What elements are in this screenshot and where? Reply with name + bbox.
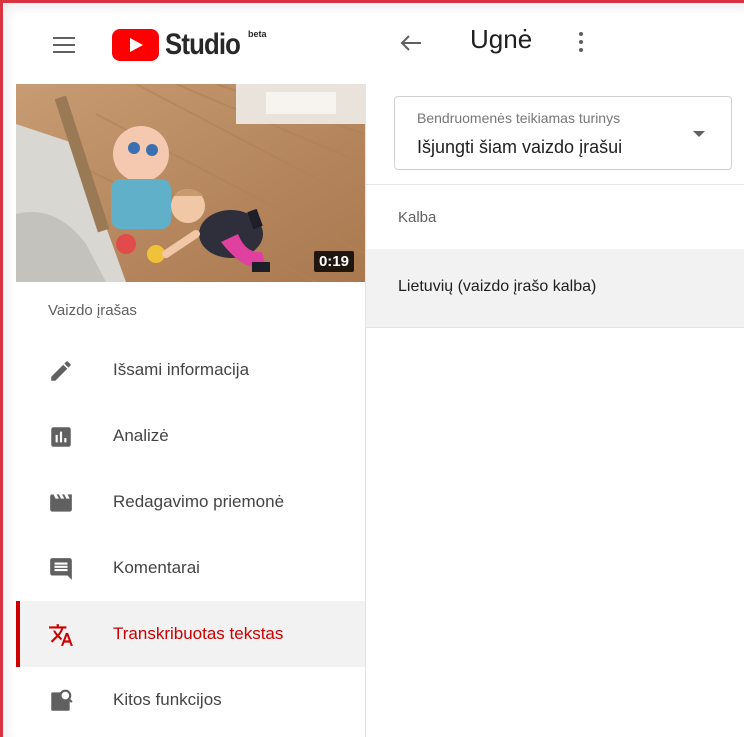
hamburger-icon[interactable] [51, 32, 77, 58]
section-label: Vaizdo įrašas [48, 302, 137, 319]
arrow-left-icon[interactable] [396, 28, 426, 58]
features-search-icon [51, 689, 73, 711]
community-contributions-select[interactable]: Bendruomenės teikiamas turinys Išjungti … [394, 96, 732, 170]
sidebar-item-editor[interactable]: Redagavimo priemonė [16, 469, 365, 535]
sidebar-item-label: Analizė [113, 426, 169, 445]
select-value: Išjungti šiam vaizdo įrašui [417, 137, 623, 157]
column-header-language: Kalba [398, 209, 437, 226]
logo-beta-badge: beta [248, 29, 267, 39]
comment-icon [50, 558, 72, 580]
sidebar-item-other-features[interactable]: Kitos funkcijos [16, 667, 365, 733]
analytics-icon [51, 427, 71, 447]
chevron-down-icon [693, 131, 705, 137]
video-thumbnail-image [16, 84, 365, 282]
sidebar-item-transcription[interactable]: Transkribuotas tekstas [16, 601, 365, 667]
sidebar-item-label: Kitos funkcijos [113, 690, 222, 709]
youtube-play-icon [112, 29, 159, 61]
sidebar: 0:19 Vaizdo įrašas Išsami informacija An… [16, 84, 366, 737]
translate-icon [49, 624, 73, 646]
clapperboard-icon [50, 494, 72, 512]
language-cell: Lietuvių (vaizdo įrašo kalba) [398, 278, 597, 295]
table-row[interactable]: Lietuvių (vaizdo įrašo kalba) [366, 249, 744, 328]
main-panel: Bendruomenės teikiamas turinys Išjungti … [366, 84, 744, 737]
sidebar-item-analytics[interactable]: Analizė [16, 403, 365, 469]
table-header: Kalba [366, 184, 744, 250]
pencil-icon [51, 361, 71, 381]
sidebar-item-details[interactable]: Išsami informacija [16, 337, 365, 403]
sidebar-nav: Išsami informacija Analizė Redagavimo pr… [16, 337, 365, 733]
channel-title: Ugnė [470, 24, 533, 54]
video-duration: 0:19 [313, 251, 354, 272]
sidebar-item-label: Išsami informacija [113, 360, 250, 379]
video-thumbnail[interactable]: 0:19 [16, 84, 365, 282]
top-app-bar: Studio beta Ugnė [16, 14, 744, 84]
sidebar-item-comments[interactable]: Komentarai [16, 535, 365, 601]
logo-text: Studio [165, 28, 241, 61]
youtube-studio-logo[interactable]: Studio beta [112, 25, 267, 65]
sidebar-item-label: Komentarai [113, 558, 200, 577]
sidebar-item-label: Redagavimo priemonė [113, 492, 285, 511]
kebab-menu-icon[interactable] [574, 29, 588, 59]
sidebar-item-label: Transkribuotas tekstas [113, 624, 284, 643]
select-label: Bendruomenės teikiamas turinys [417, 110, 621, 126]
